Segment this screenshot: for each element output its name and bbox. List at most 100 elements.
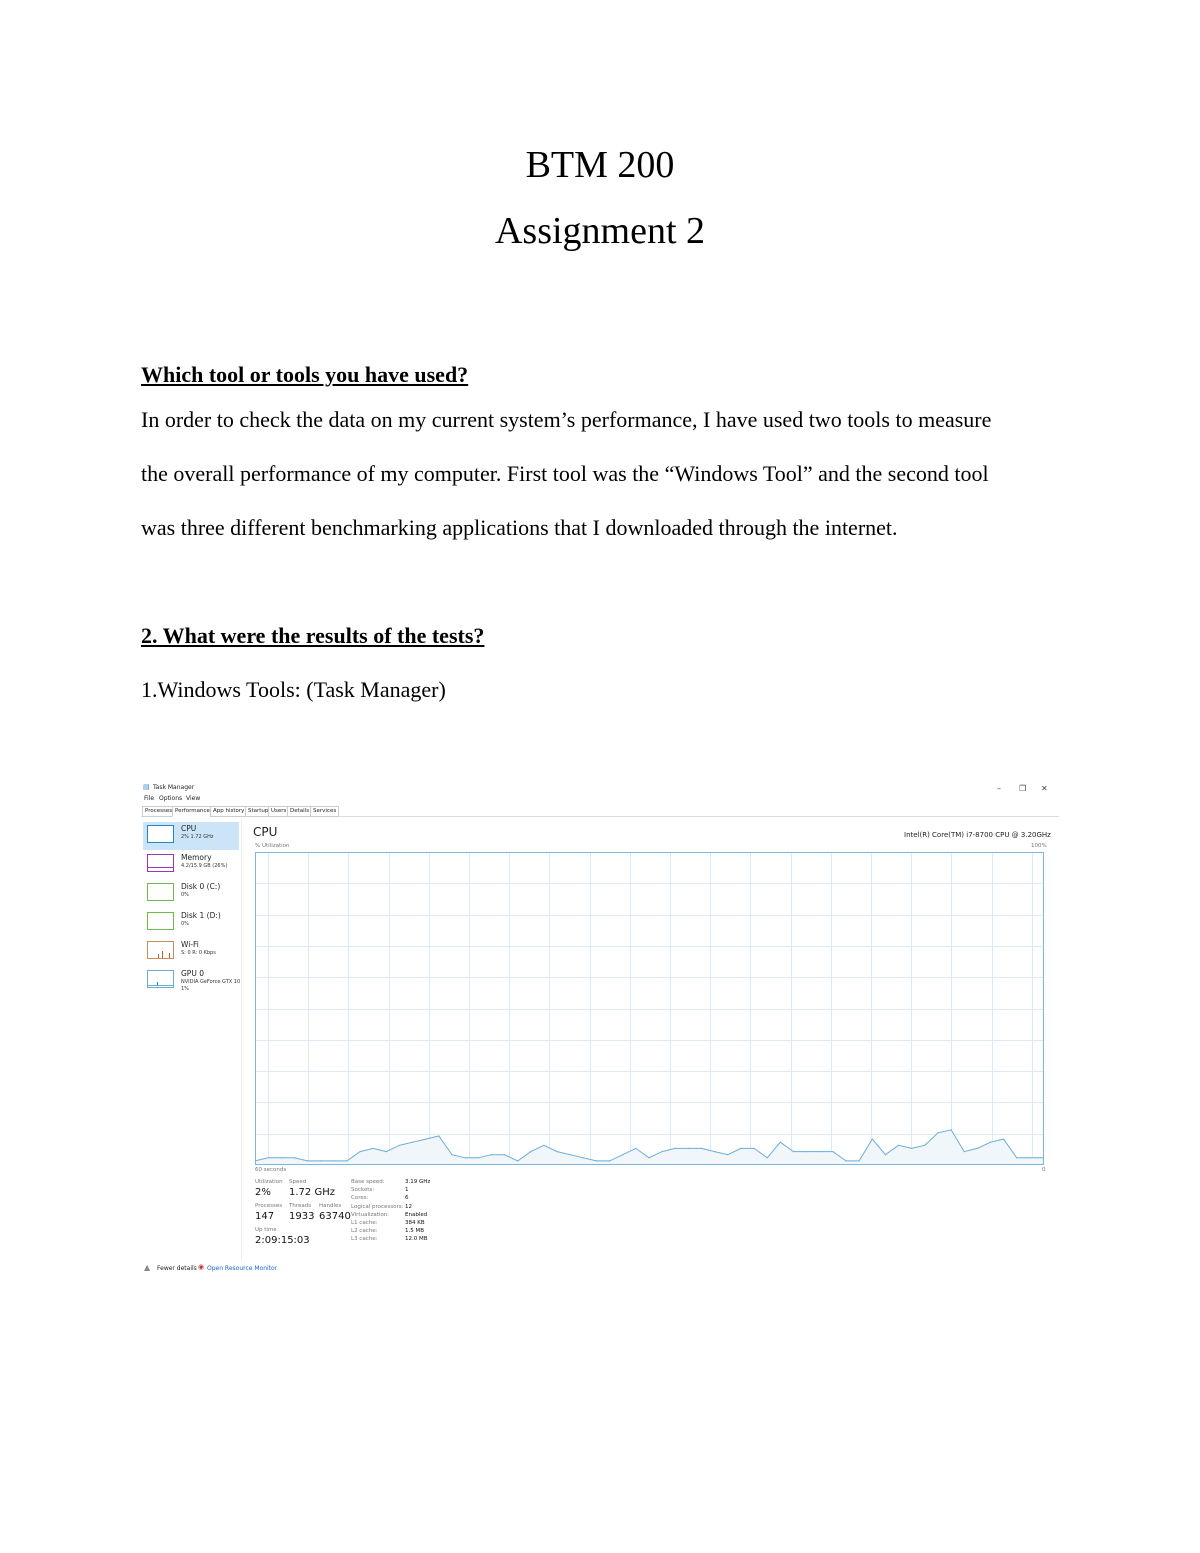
tab-details[interactable]: Details: [287, 806, 313, 817]
cpu-data-point: [1029, 1157, 1031, 1159]
paragraph-line-1: In order to check the data on my current…: [141, 407, 992, 432]
minimize-button[interactable]: –: [997, 784, 1001, 793]
cpu-data-point: [753, 1147, 755, 1149]
cpu-data-point: [989, 1141, 992, 1143]
cpu-data-point: [714, 1151, 716, 1153]
wifi-thumbnail-graph: [147, 941, 174, 959]
question-2-heading: 2. What were the results of the tests?: [141, 623, 485, 648]
sidebar-item-label: Memory: [181, 853, 212, 862]
tab-app-history[interactable]: App history: [210, 806, 248, 817]
menu-view[interactable]: View: [186, 795, 200, 802]
memory-thumbnail-graph: [147, 854, 174, 872]
cpu-data-point: [582, 1157, 584, 1159]
cpu-data-point: [398, 1144, 401, 1146]
sidebar-item-memory[interactable]: Memory 4.2/15.9 GB (26%): [143, 851, 239, 879]
cpu-data-point: [267, 1157, 269, 1159]
cpu-data-point: [661, 1151, 663, 1153]
sidebar-item-value: 0%: [181, 892, 189, 898]
footer-separator: |: [193, 1264, 196, 1271]
sidebar-item-value: 4.2/15.9 GB (26%): [181, 863, 228, 869]
sidebar-item-gpu-0[interactable]: GPU 0 NVIDIA GeForce GTX 10 1%: [143, 967, 241, 1001]
open-resource-monitor-link[interactable]: Open Resource Monitor: [207, 1265, 277, 1272]
cpu-data-point: [1003, 1138, 1005, 1140]
course-title: BTM 200: [525, 144, 675, 186]
cpu-heading: CPU: [253, 825, 278, 839]
gpu-thumbnail-graph: [147, 970, 174, 988]
y-axis-label: % Utilization: [255, 843, 290, 849]
cpu-data-point: [884, 1154, 887, 1156]
cpu-data-point: [792, 1151, 795, 1153]
task-manager-screenshot: ▤ Task Manager – ❐ ✕ File Options View P…: [141, 780, 1059, 1280]
cpu-data-point: [635, 1147, 637, 1149]
speed-value: 1.72 GHz: [289, 1187, 335, 1198]
cpu-data-point: [1042, 1157, 1044, 1159]
cpu-data-point: [280, 1157, 282, 1159]
uptime-label: Up time: [255, 1227, 277, 1233]
paragraph-line-2: the overall performance of my computer. …: [141, 461, 989, 486]
cpu-data-point: [556, 1151, 558, 1153]
sidebar-item-value: 2% 1.72 GHz: [181, 834, 214, 840]
utilization-value: 2%: [255, 1187, 271, 1198]
resource-monitor-icon: ◉: [198, 1263, 205, 1271]
sidebar-item-disk-0[interactable]: Disk 0 (C:) 0%: [143, 880, 239, 908]
sidebar-item-value: NVIDIA GeForce GTX 10: [181, 979, 241, 985]
graph-grid: [255, 852, 1044, 1165]
sidebar-item-value: 0%: [181, 921, 189, 927]
cpu-data-point: [1016, 1157, 1018, 1159]
spec-value: 1: [405, 1187, 409, 1194]
processor-name: Intel(R) Core(TM) i7-8700 CPU @ 3.20GHz: [904, 831, 1051, 839]
cpu-data-point: [832, 1151, 834, 1153]
spec-label: Cores:: [351, 1195, 369, 1202]
sidebar-item-label: CPU: [181, 824, 197, 833]
tab-processes[interactable]: Processes: [142, 806, 176, 817]
chevron-up-icon[interactable]: ▲: [144, 1263, 150, 1272]
cpu-data-point: [858, 1160, 860, 1162]
cpu-data-point: [595, 1160, 598, 1162]
threads-label: Threads: [289, 1203, 312, 1209]
cpu-data-point: [320, 1160, 322, 1162]
menu-options[interactable]: Options: [159, 795, 182, 802]
cpu-data-point: [766, 1157, 768, 1159]
uptime-value: 2:09:15:03: [255, 1235, 310, 1246]
cpu-data-point: [845, 1160, 847, 1162]
cpu-data-point: [648, 1157, 650, 1159]
utilization-label: Utilization: [255, 1179, 283, 1185]
y-axis-max-label: 100%: [1031, 843, 1047, 849]
cpu-data-point: [806, 1151, 808, 1153]
sidebar-divider: [241, 820, 242, 1260]
cpu-data-point: [609, 1160, 611, 1162]
menu-file[interactable]: File: [144, 795, 154, 802]
spec-value: 1.5 MB: [405, 1228, 425, 1235]
cpu-data-point: [385, 1151, 387, 1153]
sidebar-item-disk-1[interactable]: Disk 1 (D:) 0%: [143, 909, 239, 937]
spec-label: L1 cache:: [351, 1220, 378, 1226]
cpu-data-point: [963, 1151, 965, 1153]
restore-button[interactable]: ❐: [1019, 784, 1026, 793]
spec-value: 12.0 MB: [405, 1236, 428, 1243]
sidebar-item-wifi[interactable]: Wi-Fi S: 0 R: 0 Kbps: [143, 938, 239, 966]
sidebar-item-value: S: 0 R: 0 Kbps: [181, 950, 216, 956]
handles-label: Handles: [319, 1203, 342, 1209]
cpu-data-point: [950, 1129, 952, 1131]
spec-label: Logical processors:: [351, 1203, 404, 1210]
cpu-data-point: [543, 1144, 545, 1146]
cpu-data-point: [674, 1147, 676, 1149]
cpu-data-point: [359, 1151, 361, 1153]
spec-label: Sockets:: [351, 1187, 375, 1194]
processes-value: 147: [255, 1211, 275, 1222]
close-button[interactable]: ✕: [1041, 784, 1048, 793]
disk1-thumbnail-graph: [147, 912, 174, 930]
fewer-details-button[interactable]: Fewer details: [157, 1265, 197, 1272]
handles-value: 63740: [319, 1211, 351, 1222]
window-title: Task Manager: [153, 784, 195, 791]
cpu-thumbnail-graph: [147, 825, 174, 843]
tab-services[interactable]: Services: [310, 806, 340, 817]
cpu-data-point: [293, 1157, 295, 1159]
cpu-data-point: [779, 1141, 781, 1143]
spec-label: Virtualization:: [351, 1211, 390, 1218]
cpu-data-point: [425, 1138, 427, 1140]
sidebar-item-cpu[interactable]: CPU 2% 1.72 GHz: [143, 822, 239, 850]
tab-performance[interactable]: Performance: [172, 806, 213, 817]
spec-value: Enabled: [405, 1211, 428, 1218]
spec-label: L3 cache:: [351, 1236, 378, 1243]
